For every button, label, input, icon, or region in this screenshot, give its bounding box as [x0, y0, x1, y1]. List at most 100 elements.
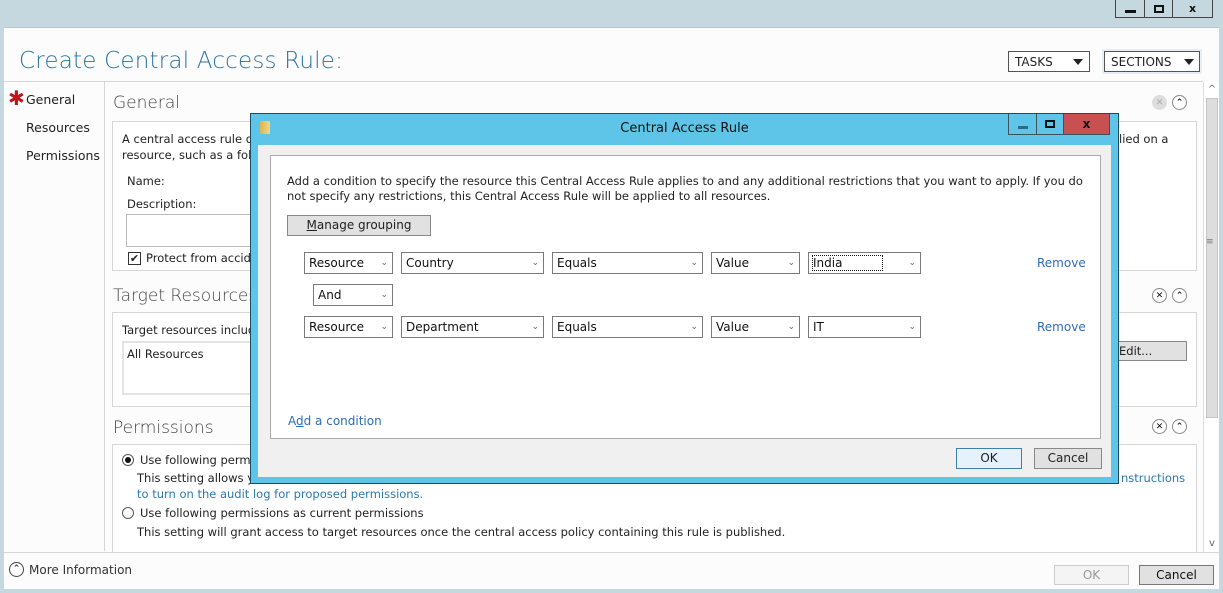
manage-grouping-accesskey: M: [306, 218, 317, 232]
condition-1-value-type-value: Value: [716, 256, 749, 270]
header-divider: [4, 81, 1203, 82]
condition-2-remove-link[interactable]: Remove: [1037, 320, 1086, 334]
minimize-icon: [1017, 125, 1028, 129]
condition-2-attribute-value: Department: [406, 320, 479, 334]
condition-1-scope-value: Resource: [309, 256, 365, 270]
manage-grouping-button[interactable]: Manage grouping: [287, 215, 431, 236]
condition-1-value-value: India: [811, 255, 884, 271]
section-title-general: General: [113, 93, 180, 113]
sections-dropdown[interactable]: SECTIONS: [1104, 51, 1200, 72]
name-label: Name:: [127, 174, 165, 188]
dialog-maximize-button[interactable]: [1036, 114, 1063, 134]
more-information-toggle[interactable]: ⌃ More Information: [9, 562, 132, 577]
dialog-title: Central Access Rule: [620, 121, 749, 136]
protect-label: Protect from accide: [146, 251, 258, 265]
vertical-scrollbar[interactable]: ^ ≡ v: [1203, 82, 1219, 552]
condition-2-value-select[interactable]: IT ⌄: [808, 316, 921, 338]
general-remove-icon: ✕: [1152, 95, 1167, 110]
target-include-label: Target resources include: [122, 323, 263, 337]
chevron-down-icon: ⌄: [380, 322, 388, 332]
permissions-collapse-icon[interactable]: ⌃: [1172, 419, 1187, 434]
tasks-dropdown[interactable]: TASKS: [1008, 51, 1090, 72]
chevron-down-icon: ⌄: [787, 258, 795, 268]
section-title-permissions: Permissions: [113, 418, 214, 438]
manage-grouping-label: anage grouping: [316, 218, 412, 232]
ok-button-disabled[interactable]: OK: [1054, 565, 1129, 585]
condition-2-attribute-select[interactable]: Department ⌄: [401, 316, 544, 338]
required-star-icon: ✱: [8, 86, 25, 110]
dialog-description: Add a condition to specify the resource …: [287, 174, 1083, 203]
close-icon: x: [1188, 2, 1197, 15]
window-maximize-button[interactable]: [1144, 0, 1172, 17]
sections-label: SECTIONS: [1111, 54, 1172, 69]
current-permissions-label: Use following permissions as current per…: [140, 506, 424, 520]
condition-2-operator-select[interactable]: Equals ⌄: [552, 316, 703, 338]
dialog-body: Add a condition to specify the resource …: [258, 145, 1111, 477]
scrollbar-thumb[interactable]: [1206, 98, 1218, 418]
chevron-down-icon: ⌄: [787, 322, 795, 332]
current-permissions-desc: This setting will grant access to target…: [137, 525, 786, 539]
condition-1-attribute-select[interactable]: Country ⌄: [401, 252, 544, 274]
chevron-down-icon: ⌄: [690, 322, 698, 332]
condition-2-value-type-value: Value: [716, 320, 749, 334]
nav-item-permissions[interactable]: Permissions: [26, 148, 100, 163]
protect-checkbox[interactable]: ✔: [128, 252, 141, 265]
chevron-down-icon: ⌄: [531, 258, 539, 268]
condition-2-scope-value: Resource: [309, 320, 365, 334]
condition-2-value-type-select[interactable]: Value ⌄: [711, 316, 800, 338]
audit-instructions-link[interactable]: nstructions: [1121, 471, 1185, 485]
dialog-cancel-button[interactable]: Cancel: [1034, 448, 1102, 469]
audit-instructions-link-line2[interactable]: to turn on the audit log for proposed pe…: [137, 487, 423, 501]
target-collapse-icon[interactable]: ⌃: [1172, 288, 1187, 303]
edit-target-button[interactable]: Edit...: [1110, 341, 1187, 361]
dropdown-triangle-icon: [1073, 58, 1083, 65]
scroll-down-icon[interactable]: v: [1204, 536, 1220, 552]
current-permissions-radio[interactable]: [122, 507, 134, 519]
dialog-close-button[interactable]: x: [1063, 114, 1109, 134]
minimize-icon: [1124, 9, 1136, 13]
condition-1-operator-select[interactable]: Equals ⌄: [552, 252, 703, 274]
condition-1-scope-select[interactable]: Resource ⌄: [304, 252, 393, 274]
general-collapse-icon[interactable]: ⌃: [1172, 95, 1187, 110]
condition-1-remove-link[interactable]: Remove: [1037, 256, 1086, 270]
condition-2-operator-value: Equals: [557, 320, 597, 334]
window-minimize-button[interactable]: [1116, 0, 1144, 17]
permissions-remove-icon[interactable]: ✕: [1152, 419, 1167, 434]
add-condition-a: A: [288, 414, 296, 428]
window-close-button[interactable]: x: [1172, 0, 1212, 17]
more-information-label: More Information: [29, 562, 133, 577]
condition-connector-select[interactable]: And ⌄: [313, 284, 393, 306]
chevron-down-icon: ⌄: [908, 258, 916, 268]
dialog-minimize-button[interactable]: [1009, 114, 1036, 134]
window-controls: x: [1115, 0, 1213, 18]
general-description-tail: lied on a: [1119, 132, 1169, 146]
condition-1-value-type-select[interactable]: Value ⌄: [711, 252, 800, 274]
nav-item-general[interactable]: General: [26, 92, 75, 107]
proposed-permissions-label: Use following permis: [140, 453, 260, 467]
connector-value: And: [318, 288, 342, 302]
general-description-line2: resource, such as a folde: [122, 148, 266, 162]
proposed-permissions-radio[interactable]: [122, 454, 134, 466]
conditions-panel: Add a condition to specify the resource …: [270, 155, 1101, 439]
target-remove-icon[interactable]: ✕: [1152, 288, 1167, 303]
expand-icon: ⌃: [9, 562, 24, 577]
chevron-down-icon: ⌄: [380, 290, 388, 300]
central-access-rule-dialog: Central Access Rule x Add a condition to…: [250, 113, 1119, 484]
description-label: Description:: [127, 197, 197, 211]
nav-item-resources[interactable]: Resources: [26, 120, 90, 135]
add-condition-link[interactable]: Add a condition: [288, 414, 382, 428]
target-resources-list[interactable]: All Resources: [122, 341, 262, 395]
scroll-up-icon[interactable]: ^: [1204, 82, 1220, 98]
chevron-down-icon: ⌄: [531, 322, 539, 332]
target-resources-item: All Resources: [127, 347, 204, 361]
chevron-down-icon: ⌄: [690, 258, 698, 268]
cancel-button[interactable]: Cancel: [1139, 565, 1214, 585]
nav-divider: [104, 81, 105, 551]
condition-1-value-select[interactable]: India ⌄: [808, 252, 921, 274]
chevron-down-icon: ⌄: [908, 322, 916, 332]
dialog-ok-button[interactable]: OK: [956, 448, 1022, 469]
add-condition-rest: d a condition: [303, 414, 382, 428]
condition-2-scope-select[interactable]: Resource ⌄: [304, 316, 393, 338]
proposed-permissions-desc: This setting allows yo: [137, 471, 262, 485]
description-field[interactable]: [126, 214, 256, 247]
